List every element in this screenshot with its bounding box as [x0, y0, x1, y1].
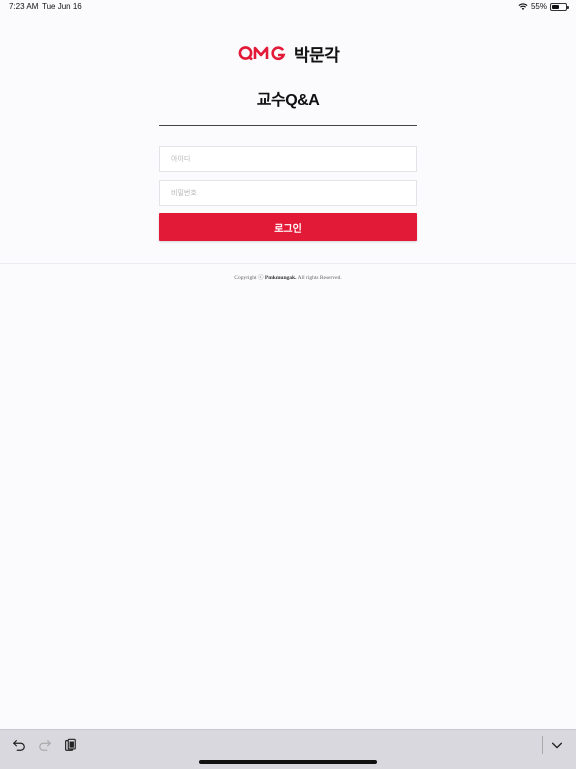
status-bar: 7:23 AM Tue Jun 16 55%	[0, 0, 576, 16]
battery-percent: 55%	[530, 2, 547, 11]
keyboard-dismiss-icon[interactable]	[550, 738, 564, 752]
brand-logo: 박문각	[238, 42, 340, 65]
paste-icon[interactable]	[63, 738, 77, 752]
id-input[interactable]	[159, 146, 417, 172]
status-right: 55%	[518, 2, 569, 11]
copyright-prefix: Copyright ⓒ	[234, 275, 264, 281]
logo-korean-text: 박문각	[294, 45, 340, 65]
login-button[interactable]: 로그인	[159, 213, 417, 241]
page-title: 교수Q&A	[256, 92, 320, 109]
status-date: Tue Jun 16	[42, 2, 82, 11]
qmg-logo-mark	[238, 46, 286, 61]
footer-divider	[0, 263, 576, 264]
password-input[interactable]	[159, 180, 417, 206]
wifi-icon	[518, 2, 528, 10]
title-divider	[159, 125, 417, 126]
battery-fill	[552, 4, 560, 9]
copyright-company: Pmkmungak.	[264, 275, 297, 281]
redo-icon[interactable]	[38, 738, 52, 752]
battery-icon	[550, 2, 569, 11]
home-indicator[interactable]	[199, 760, 377, 764]
copyright-rights: All rights Reserved.	[297, 275, 342, 281]
undo-icon[interactable]	[12, 738, 26, 752]
toolbar-separator	[542, 736, 543, 754]
status-time: 7:23 AM	[9, 2, 39, 11]
copyright-text: Copyright ⓒ Pmkmungak. All rights Reserv…	[0, 273, 576, 281]
